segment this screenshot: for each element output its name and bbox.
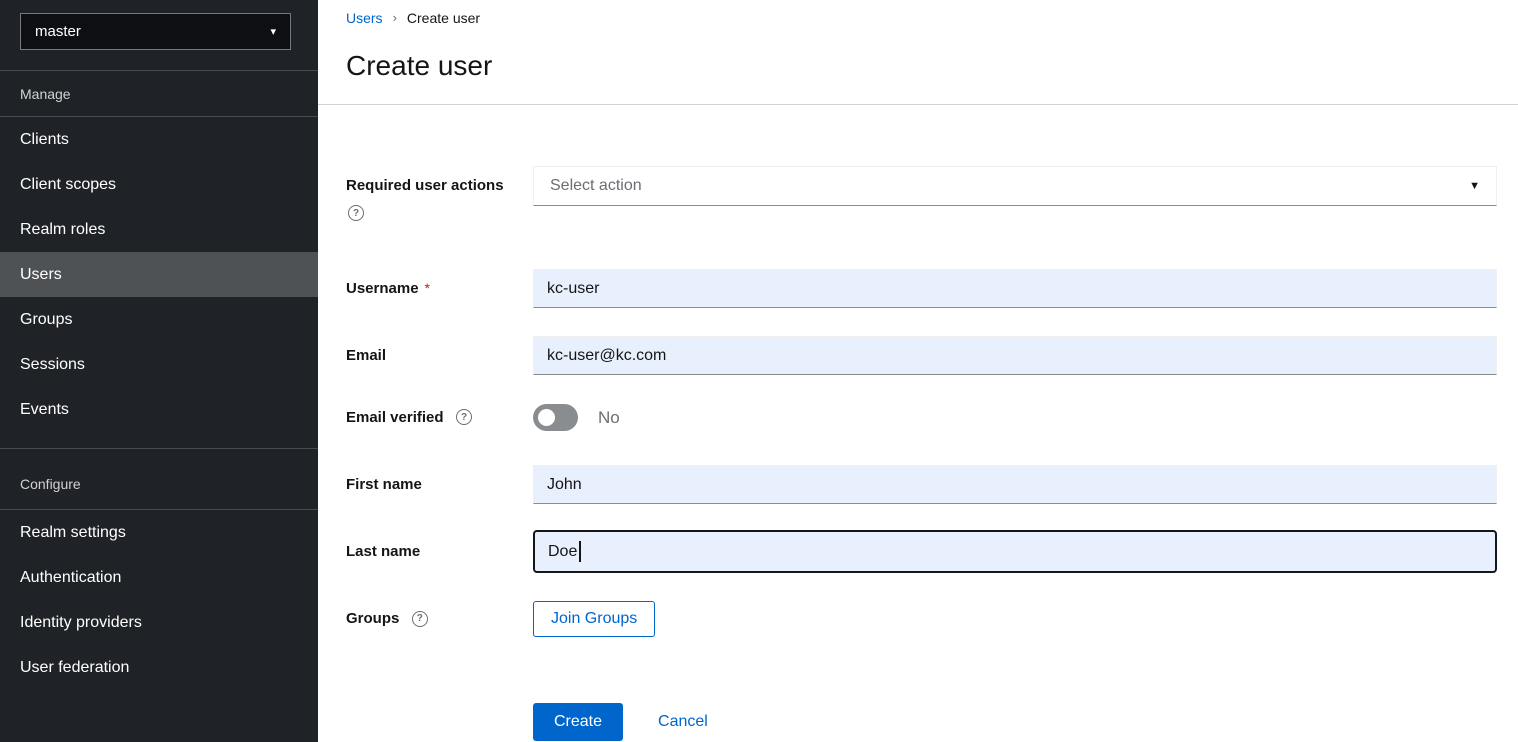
email-verified-toggle[interactable]	[533, 404, 578, 431]
cancel-link[interactable]: Cancel	[658, 713, 708, 731]
field-col	[533, 336, 1497, 375]
sidebar: master ▾ Manage Clients Client scopes Re…	[0, 0, 318, 742]
text-cursor	[579, 541, 581, 562]
sidebar-item-identity-providers[interactable]: Identity providers	[0, 600, 318, 645]
email-label: Email	[346, 347, 386, 364]
form-row-email-verified: Email verified ? No	[346, 404, 1497, 431]
keycloak-admin-console: master ▾ Manage Clients Client scopes Re…	[0, 0, 1518, 742]
sidebar-item-authentication[interactable]: Authentication	[0, 555, 318, 600]
label-col: First name	[346, 476, 533, 494]
last-name-input[interactable]	[533, 530, 1497, 573]
required-user-actions-select[interactable]: Select action ▼	[533, 166, 1497, 206]
form-row-username: Username *	[346, 269, 1497, 308]
sidebar-item-realm-roles[interactable]: Realm roles	[0, 207, 318, 252]
sidebar-item-user-federation[interactable]: User federation	[0, 645, 318, 690]
toggle-knob	[538, 409, 555, 426]
first-name-label: First name	[346, 476, 422, 493]
join-groups-button[interactable]: Join Groups	[533, 601, 655, 637]
breadcrumb-chevron-icon: ›	[393, 10, 397, 25]
nav-section-configure: Configure	[0, 449, 318, 509]
form-row-email: Email	[346, 336, 1497, 375]
label-col: Last name	[346, 543, 533, 561]
form-row-first-name: First name	[346, 465, 1497, 504]
sidebar-item-sessions[interactable]: Sessions	[0, 342, 318, 387]
field-col: Select action ▼	[533, 166, 1497, 206]
caret-down-icon: ▼	[1469, 180, 1480, 192]
select-placeholder: Select action	[550, 177, 642, 195]
username-label: Username	[346, 280, 419, 297]
groups-label: Groups	[346, 610, 399, 627]
sidebar-item-realm-settings[interactable]: Realm settings	[0, 510, 318, 555]
field-col: No	[533, 404, 1497, 431]
required-user-actions-label: Required user actions	[346, 177, 533, 195]
form-actions: Create Cancel	[346, 703, 1497, 741]
nav-list-configure: Realm settings Authentication Identity p…	[0, 510, 318, 690]
create-user-form: Required user actions ? Select action ▼ …	[318, 105, 1518, 741]
label-col: Email	[346, 347, 533, 365]
breadcrumb-link-users[interactable]: Users	[346, 10, 383, 26]
help-icon[interactable]: ?	[348, 205, 364, 221]
email-input[interactable]	[533, 336, 1497, 375]
form-row-required-user-actions: Required user actions ? Select action ▼	[346, 166, 1497, 221]
main-content: Users › Create user Create user Required…	[318, 0, 1518, 742]
breadcrumb-current: Create user	[407, 10, 480, 26]
nav-list-manage: Clients Client scopes Realm roles Users …	[0, 117, 318, 432]
realm-selector-dropdown[interactable]: master ▾	[20, 13, 291, 50]
first-name-input[interactable]	[533, 465, 1497, 504]
chevron-down-icon: ▾	[270, 25, 276, 38]
label-col: Username *	[346, 280, 533, 298]
last-name-label: Last name	[346, 543, 420, 560]
required-asterisk: *	[425, 280, 430, 296]
label-col: Groups ?	[346, 610, 533, 628]
help-icon[interactable]: ?	[456, 409, 472, 425]
form-row-groups: Groups ? Join Groups	[346, 601, 1497, 637]
page-header: Users › Create user Create user	[318, 0, 1518, 81]
sidebar-spacer	[0, 432, 318, 448]
label-col: Required user actions ?	[346, 166, 533, 221]
breadcrumb: Users › Create user	[346, 9, 1518, 26]
form-row-last-name: Last name	[346, 530, 1497, 573]
email-verified-label: Email verified	[346, 409, 444, 426]
sidebar-item-users[interactable]: Users	[0, 252, 318, 297]
create-button[interactable]: Create	[533, 703, 623, 741]
realm-selector-value: master	[35, 23, 81, 40]
field-col: Join Groups	[533, 601, 1497, 637]
field-col	[533, 465, 1497, 504]
label-col: Email verified ?	[346, 409, 533, 427]
field-col	[533, 269, 1497, 308]
sidebar-item-events[interactable]: Events	[0, 387, 318, 432]
field-col	[533, 530, 1497, 573]
sidebar-item-groups[interactable]: Groups	[0, 297, 318, 342]
email-verified-state: No	[598, 408, 620, 428]
nav-section-manage: Manage	[0, 71, 318, 116]
page-title: Create user	[346, 51, 1518, 81]
help-icon[interactable]: ?	[412, 611, 428, 627]
sidebar-item-client-scopes[interactable]: Client scopes	[0, 162, 318, 207]
username-input[interactable]	[533, 269, 1497, 308]
sidebar-item-clients[interactable]: Clients	[0, 117, 318, 162]
